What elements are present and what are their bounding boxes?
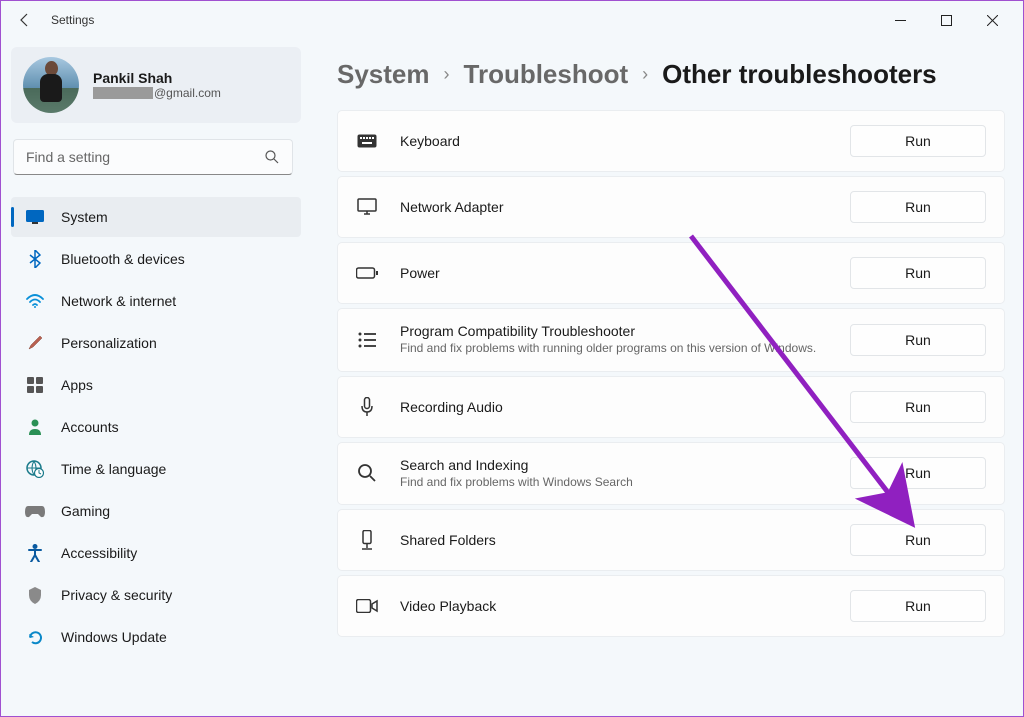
- breadcrumb: System › Troubleshoot › Other troublesho…: [337, 59, 1005, 90]
- sidebar-item-privacy[interactable]: Privacy & security: [11, 575, 301, 615]
- brush-icon: [25, 333, 45, 353]
- monitor-icon: [25, 207, 45, 227]
- sidebar-item-label: Time & language: [61, 461, 166, 477]
- sidebar-item-label: System: [61, 209, 108, 225]
- sidebar-item-label: Apps: [61, 377, 93, 393]
- troubleshooter-label: Video Playback: [400, 598, 850, 614]
- update-icon: [25, 627, 45, 647]
- run-button[interactable]: Run: [850, 457, 986, 489]
- search-input[interactable]: [26, 149, 264, 165]
- sidebar-item-label: Gaming: [61, 503, 110, 519]
- breadcrumb-system[interactable]: System: [337, 59, 430, 90]
- nav: System Bluetooth & devices Network & int…: [11, 197, 301, 657]
- troubleshooter-label: Program Compatibility Troubleshooter: [400, 323, 850, 339]
- sidebar-item-apps[interactable]: Apps: [11, 365, 301, 405]
- chevron-right-icon: ›: [642, 64, 648, 85]
- back-button[interactable]: [9, 4, 41, 36]
- troubleshooter-label: Recording Audio: [400, 399, 850, 415]
- profile-info: Pankil Shah @gmail.com: [93, 70, 221, 100]
- bluetooth-icon: [25, 249, 45, 269]
- troubleshooter-desc: Find and fix problems with running older…: [400, 341, 850, 357]
- video-icon: [356, 595, 378, 617]
- device-stand-icon: [356, 529, 378, 551]
- sidebar-item-label: Bluetooth & devices: [61, 251, 185, 267]
- gamepad-icon: [25, 501, 45, 521]
- breadcrumb-current: Other troubleshooters: [662, 59, 936, 90]
- email-redacted: [93, 87, 153, 99]
- sidebar-item-system[interactable]: System: [11, 197, 301, 237]
- troubleshooter-desc: Find and fix problems with Windows Searc…: [400, 475, 850, 491]
- troubleshooter-label: Network Adapter: [400, 199, 850, 215]
- content: System › Troubleshoot › Other troublesho…: [311, 39, 1023, 716]
- close-icon: [987, 15, 998, 26]
- run-button[interactable]: Run: [850, 391, 986, 423]
- troubleshooter-keyboard[interactable]: Keyboard Run: [337, 110, 1005, 172]
- maximize-button[interactable]: [923, 4, 969, 36]
- breadcrumb-troubleshoot[interactable]: Troubleshoot: [464, 59, 629, 90]
- globe-clock-icon: [25, 459, 45, 479]
- accessibility-icon: [25, 543, 45, 563]
- sidebar-item-gaming[interactable]: Gaming: [11, 491, 301, 531]
- maximize-icon: [941, 15, 952, 26]
- troubleshooter-power[interactable]: Power Run: [337, 242, 1005, 304]
- run-button[interactable]: Run: [850, 257, 986, 289]
- apps-icon: [25, 375, 45, 395]
- sidebar-item-label: Privacy & security: [61, 587, 172, 603]
- run-button[interactable]: Run: [850, 524, 986, 556]
- run-button[interactable]: Run: [850, 125, 986, 157]
- sidebar-item-accessibility[interactable]: Accessibility: [11, 533, 301, 573]
- troubleshooter-search-indexing[interactable]: Search and Indexing Find and fix problem…: [337, 442, 1005, 506]
- troubleshooter-program-compat[interactable]: Program Compatibility Troubleshooter Fin…: [337, 308, 1005, 372]
- run-button[interactable]: Run: [850, 191, 986, 223]
- chevron-right-icon: ›: [444, 64, 450, 85]
- troubleshooter-label: Shared Folders: [400, 532, 850, 548]
- list-icon: [356, 329, 378, 351]
- profile-name: Pankil Shah: [93, 70, 221, 86]
- arrow-left-icon: [17, 12, 33, 28]
- search-icon: [264, 149, 280, 165]
- sidebar-item-label: Accounts: [61, 419, 119, 435]
- person-icon: [25, 417, 45, 437]
- avatar: [23, 57, 79, 113]
- sidebar-item-update[interactable]: Windows Update: [11, 617, 301, 657]
- microphone-icon: [356, 396, 378, 418]
- sidebar-item-time-language[interactable]: Time & language: [11, 449, 301, 489]
- search-icon: [356, 462, 378, 484]
- profile-card[interactable]: Pankil Shah @gmail.com: [11, 47, 301, 123]
- troubleshooter-label: Search and Indexing: [400, 457, 850, 473]
- troubleshooter-network-adapter[interactable]: Network Adapter Run: [337, 176, 1005, 238]
- sidebar-item-accounts[interactable]: Accounts: [11, 407, 301, 447]
- window-controls: [877, 4, 1015, 36]
- sidebar-item-label: Personalization: [61, 335, 157, 351]
- troubleshooter-recording-audio[interactable]: Recording Audio Run: [337, 376, 1005, 438]
- battery-icon: [356, 262, 378, 284]
- sidebar-item-label: Accessibility: [61, 545, 137, 561]
- search-box[interactable]: [13, 139, 293, 175]
- troubleshooter-shared-folders[interactable]: Shared Folders Run: [337, 509, 1005, 571]
- troubleshooter-label: Keyboard: [400, 133, 850, 149]
- troubleshooter-video-playback[interactable]: Video Playback Run: [337, 575, 1005, 637]
- sidebar-item-label: Windows Update: [61, 629, 167, 645]
- monitor-network-icon: [356, 196, 378, 218]
- troubleshooter-label: Power: [400, 265, 850, 281]
- wifi-icon: [25, 291, 45, 311]
- close-button[interactable]: [969, 4, 1015, 36]
- titlebar: Settings: [1, 1, 1023, 39]
- sidebar-item-bluetooth[interactable]: Bluetooth & devices: [11, 239, 301, 279]
- shield-icon: [25, 585, 45, 605]
- minimize-button[interactable]: [877, 4, 923, 36]
- sidebar-item-label: Network & internet: [61, 293, 176, 309]
- window-title: Settings: [51, 13, 94, 27]
- troubleshooter-list: Keyboard Run Network Adapter Run Power R…: [337, 110, 1005, 637]
- sidebar-item-network[interactable]: Network & internet: [11, 281, 301, 321]
- sidebar-item-personalization[interactable]: Personalization: [11, 323, 301, 363]
- sidebar: Pankil Shah @gmail.com System Bluetooth …: [1, 39, 311, 716]
- minimize-icon: [895, 15, 906, 26]
- keyboard-icon: [356, 130, 378, 152]
- run-button[interactable]: Run: [850, 324, 986, 356]
- profile-email: @gmail.com: [93, 86, 221, 100]
- run-button[interactable]: Run: [850, 590, 986, 622]
